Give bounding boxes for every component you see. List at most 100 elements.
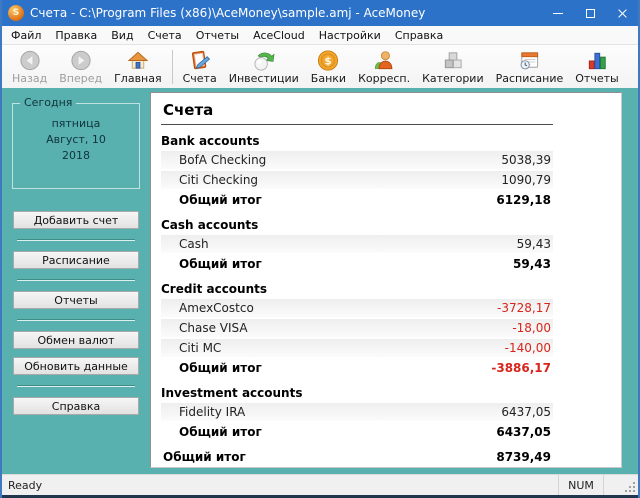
group-total-row: Общий итог 6437,05	[161, 423, 553, 441]
today-weekday: пятница	[51, 117, 101, 130]
menu-item-file[interactable]: Файл	[4, 29, 48, 42]
close-button[interactable]	[606, 0, 638, 26]
account-name[interactable]: Citi MC	[179, 341, 221, 355]
menu-item-help[interactable]: Справка	[388, 29, 450, 42]
account-row[interactable]: BofA Checking 5038,39	[161, 151, 553, 169]
toolbar-separator	[171, 49, 173, 84]
account-row[interactable]: Cash 59,43	[161, 235, 553, 253]
group-header-cash: Cash accounts	[161, 218, 259, 232]
group-total-amount: 6129,18	[496, 193, 551, 207]
account-balance: 1090,79	[501, 173, 551, 187]
group-total-label: Общий итог	[179, 361, 262, 375]
toolbar-schedule-label: Расписание	[495, 71, 564, 85]
account-name[interactable]: Fidelity IRA	[179, 405, 245, 419]
status-bar: Ready NUM	[2, 474, 638, 495]
sidebar: Сегодня пятница Август, 10 2018 Добавить…	[2, 88, 150, 474]
sidebar-button-update-data[interactable]: Обновить данные	[13, 357, 139, 375]
schedule-calendar-icon	[517, 49, 541, 72]
grand-total-amount: 8739,49	[496, 450, 551, 464]
account-name[interactable]: AmexCostco	[179, 301, 254, 315]
toolbar-reports-button[interactable]: Отчеты	[569, 45, 624, 88]
toolbar-back-label: Назад	[12, 71, 48, 85]
group-total-row: Общий итог 6129,18	[161, 191, 553, 209]
account-row[interactable]: Fidelity IRA 6437,05	[161, 403, 553, 421]
window-title: Счета - C:\Program Files (x86)\AceMoney\…	[30, 6, 426, 20]
account-name[interactable]: Citi Checking	[179, 173, 258, 187]
toolbar-payees-label: Корресп.	[358, 71, 411, 85]
menu-item-reports[interactable]: Отчеты	[189, 29, 246, 42]
toolbar-back-button[interactable]: Назад	[6, 45, 53, 88]
sidebar-buttons: Добавить счет Расписание Отчеты Обмен валют…	[12, 207, 140, 419]
sidebar-separator	[17, 279, 135, 281]
group-header-investment: Investment accounts	[161, 386, 303, 400]
toolbar-schedule-button[interactable]: Расписание	[490, 45, 570, 88]
toolbar-accounts-button[interactable]: Счета	[177, 45, 223, 88]
toolbar-home-button[interactable]: Главная	[108, 45, 168, 88]
toolbar-forward-button[interactable]: Вперед	[53, 45, 108, 88]
today-group-box: Сегодня пятница Август, 10 2018	[12, 96, 140, 189]
toolbar-investments-button[interactable]: Инвестиции	[223, 45, 305, 88]
account-name[interactable]: Cash	[179, 237, 209, 251]
menu-item-edit[interactable]: Правка	[48, 29, 104, 42]
client-area: Сегодня пятница Август, 10 2018 Добавить…	[2, 88, 638, 474]
minimize-button[interactable]	[542, 0, 574, 26]
toolbar-categories-button[interactable]: Категории	[416, 45, 490, 88]
grand-total-label: Общий итог	[163, 450, 246, 464]
toolbar-banks-button[interactable]: $ Банки	[305, 45, 352, 88]
account-name[interactable]: BofA Checking	[179, 153, 266, 167]
today-year: 2018	[62, 149, 90, 162]
account-balance: 6437,05	[501, 405, 551, 419]
investment-sphere-icon	[252, 49, 276, 72]
report-body: Bank accounts BofA Checking 5038,39 Citi Ch…	[161, 134, 553, 466]
group-header-credit: Credit accounts	[161, 282, 268, 296]
toolbar-reports-label: Отчеты	[575, 71, 619, 85]
account-name[interactable]: Chase VISA	[179, 321, 248, 335]
toolbar: Назад Вперед Главная Счета Инвестиции $ Банки К…	[2, 45, 638, 88]
account-row[interactable]: Chase VISA -18,00	[161, 319, 553, 337]
maximize-icon	[585, 8, 595, 18]
group-total-row: Общий итог 59,43	[161, 255, 553, 273]
svg-text:$: $	[325, 55, 332, 67]
close-icon	[617, 8, 628, 19]
resize-grip[interactable]	[624, 481, 638, 495]
window-controls	[542, 0, 638, 26]
report-chart-icon	[585, 49, 609, 72]
sidebar-button-currency-exchange[interactable]: Обмен валют	[13, 331, 139, 349]
toolbar-investments-label: Инвестиции	[228, 71, 299, 85]
menu-item-view[interactable]: Вид	[104, 29, 140, 42]
account-row[interactable]: Citi MC -140,00	[161, 339, 553, 357]
group-total-label: Общий итог	[179, 193, 262, 207]
today-date: Август, 10	[46, 133, 106, 146]
menu-item-settings[interactable]: Настройки	[312, 29, 388, 42]
account-row[interactable]: Citi Checking 1090,79	[161, 171, 553, 189]
payee-person-icon	[372, 49, 396, 72]
account-row[interactable]: AmexCostco -3728,17	[161, 299, 553, 317]
sidebar-button-add-account[interactable]: Добавить счет	[13, 211, 139, 229]
menu-item-accounts[interactable]: Счета	[141, 29, 189, 42]
forward-arrow-icon	[69, 49, 93, 72]
page-title: Счета	[163, 101, 214, 119]
ledger-book-icon	[188, 49, 212, 72]
sidebar-button-help[interactable]: Справка	[13, 397, 139, 415]
toolbar-home-label: Главная	[114, 71, 162, 85]
group-total-amount: 6437,05	[496, 425, 551, 439]
maximize-button[interactable]	[574, 0, 606, 26]
toolbar-payees-button[interactable]: Корресп.	[352, 45, 416, 88]
app-window: S Счета - C:\Program Files (x86)\AceMone…	[0, 0, 640, 498]
today-legend: Сегодня	[20, 96, 77, 109]
gold-coin-icon: $	[316, 49, 340, 72]
menu-item-acecloud[interactable]: AceCloud	[246, 29, 312, 42]
titlebar: S Счета - C:\Program Files (x86)\AceMone…	[2, 0, 638, 26]
toolbar-accounts-label: Счета	[182, 71, 217, 85]
account-balance: 5038,39	[501, 153, 551, 167]
app-logo-icon[interactable]: S	[8, 5, 24, 21]
group-total-label: Общий итог	[179, 257, 262, 271]
group-total-amount: -3886,17	[491, 361, 551, 375]
sidebar-separator	[17, 385, 135, 387]
accounts-panel: Счета Bank accounts BofA Checking 5038,39 C…	[150, 92, 622, 468]
grand-total-row: Общий итог 8739,49	[161, 446, 553, 466]
sidebar-button-schedule[interactable]: Расписание	[13, 251, 139, 269]
status-message: Ready	[8, 478, 43, 492]
sidebar-button-reports[interactable]: Отчеты	[13, 291, 139, 309]
account-balance: -3728,17	[497, 301, 551, 315]
